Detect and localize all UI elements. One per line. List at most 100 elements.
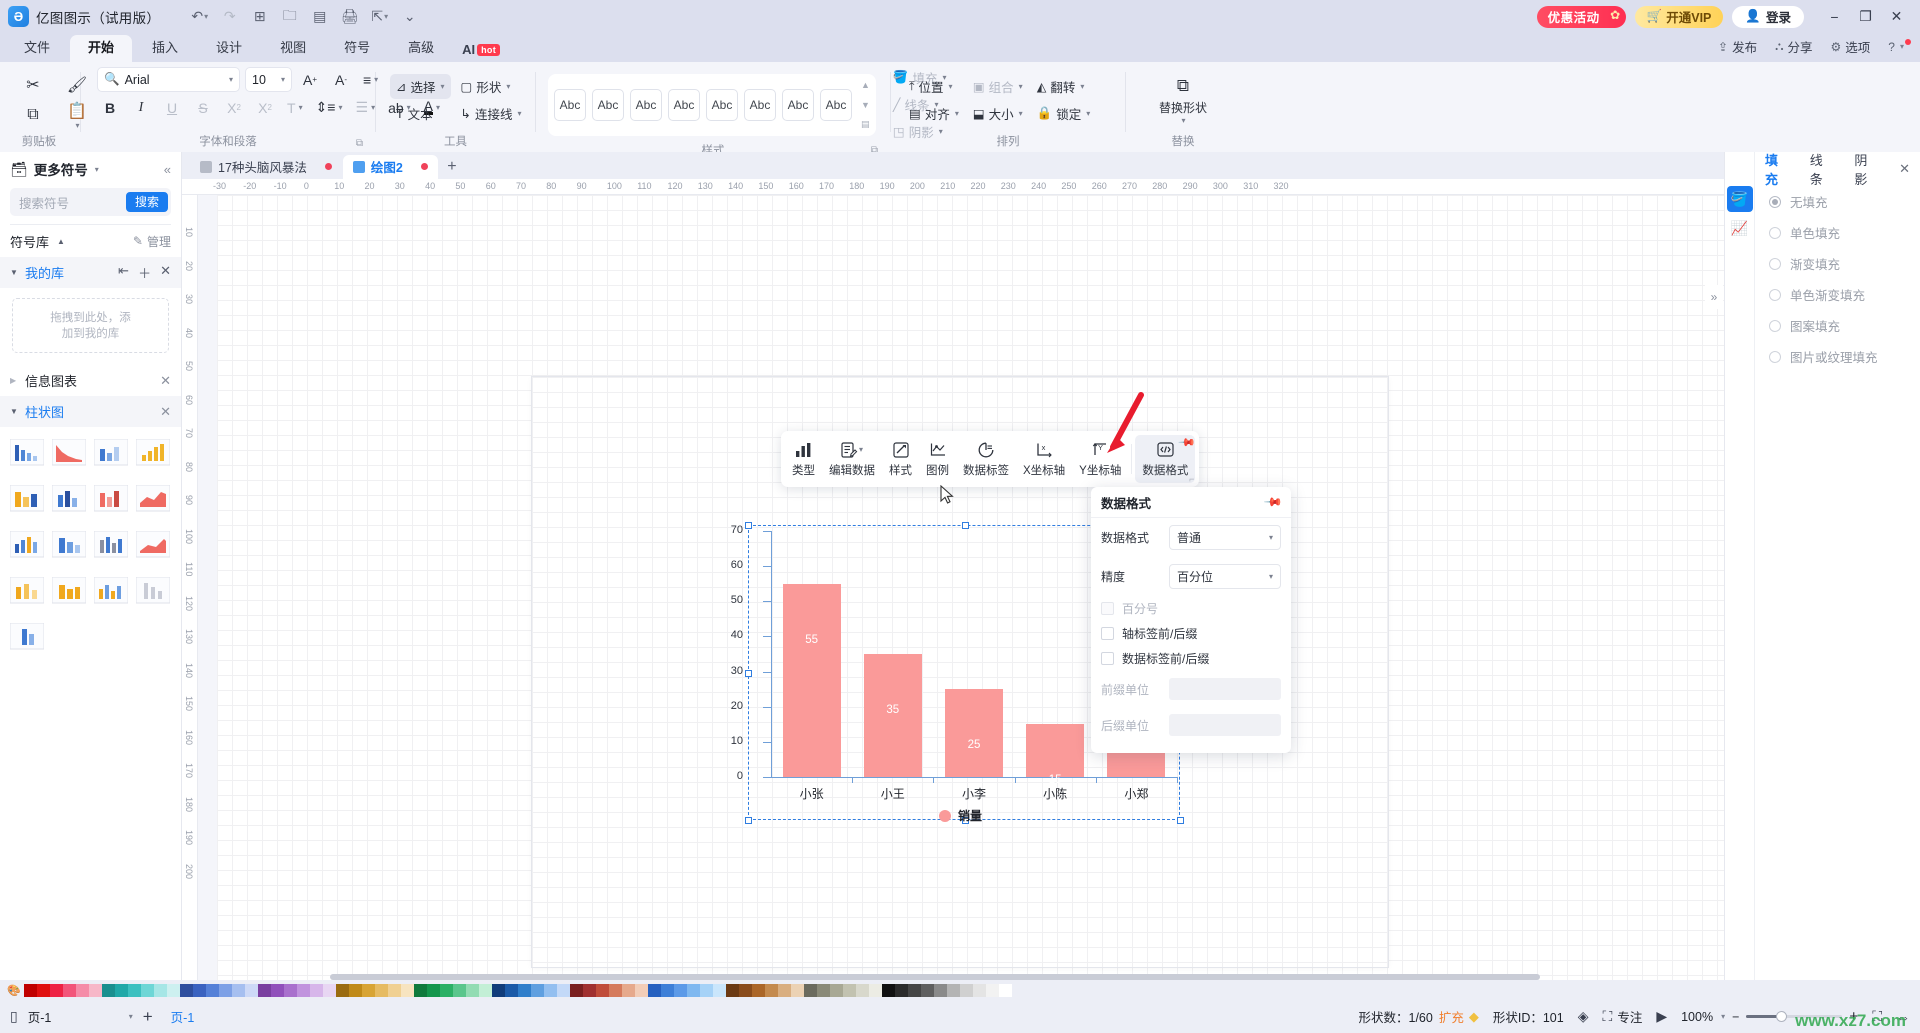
- publish-button[interactable]: ⇪ 发布: [1710, 34, 1765, 59]
- fill-option-solid[interactable]: 单色填充: [1755, 217, 1920, 248]
- bar[interactable]: [782, 583, 841, 777]
- color-swatch[interactable]: [284, 983, 297, 997]
- color-swatch[interactable]: [869, 983, 882, 997]
- color-swatch[interactable]: [947, 983, 960, 997]
- style-swatch[interactable]: Abc: [592, 89, 624, 121]
- symbol-thumbnail[interactable]: [90, 523, 132, 569]
- current-page-tab[interactable]: 页-1: [163, 1005, 203, 1028]
- symbol-thumbnail[interactable]: [132, 569, 174, 615]
- style-gallery[interactable]: Abc Abc Abc Abc Abc Abc Abc Abc ▲ ▼ ▤: [548, 74, 876, 136]
- color-swatch[interactable]: [713, 983, 726, 997]
- tab-insert[interactable]: 插入: [134, 35, 196, 62]
- text-tool-button[interactable]: T 文本: [390, 101, 451, 126]
- color-swatch[interactable]: [115, 983, 128, 997]
- color-swatch[interactable]: [856, 983, 869, 997]
- color-swatch[interactable]: [102, 983, 115, 997]
- style-swatch[interactable]: Abc: [706, 89, 738, 121]
- promo-button[interactable]: 优惠活动: [1536, 5, 1626, 28]
- subscript-icon[interactable]: X2: [252, 95, 278, 120]
- close-icon[interactable]: ✕: [1899, 161, 1910, 177]
- chart-toolbar-item-style[interactable]: 样式: [882, 435, 919, 483]
- pin-icon[interactable]: 📌: [1263, 492, 1283, 512]
- color-swatch[interactable]: [180, 983, 193, 997]
- color-swatch[interactable]: [362, 983, 375, 997]
- symbol-thumbnail[interactable]: [6, 615, 48, 661]
- tab-line[interactable]: 线条: [1810, 150, 1833, 188]
- tab-symbol[interactable]: 符号: [326, 35, 388, 62]
- vertical-ruler[interactable]: 10 20 30 40 50 60 70 80 90 100 110 120 130 140 150 160 1…: [182, 195, 198, 980]
- more-icon[interactable]: ⌄: [396, 5, 423, 29]
- close-icon[interactable]: ✕: [160, 404, 171, 419]
- color-swatch[interactable]: [154, 983, 167, 997]
- add-tab-button[interactable]: +: [439, 155, 465, 179]
- prefix-unit-input[interactable]: [1169, 678, 1281, 700]
- doc-tab-brainstorm[interactable]: 17种头脑风暴法: [190, 155, 342, 179]
- resize-grip-icon[interactable]: ⌐: [1189, 474, 1194, 484]
- size-button[interactable]: ⬓ 大小 ▾: [967, 101, 1029, 126]
- color-swatch[interactable]: [596, 983, 609, 997]
- radio-icon[interactable]: [1769, 195, 1781, 208]
- group-bar-chart[interactable]: ▼ 柱状图 ✕: [0, 396, 181, 427]
- tab-fill[interactable]: 填充: [1765, 150, 1788, 188]
- options-button[interactable]: ⚙ 选项: [1823, 34, 1879, 59]
- page-select[interactable]: 页-1 ▾: [28, 1007, 133, 1026]
- color-swatch[interactable]: [752, 983, 765, 997]
- underline-icon[interactable]: U: [159, 95, 185, 120]
- color-swatch[interactable]: [973, 983, 986, 997]
- color-swatch[interactable]: [24, 983, 37, 997]
- color-swatch[interactable]: [726, 983, 739, 997]
- fill-option-none[interactable]: 无填充: [1755, 186, 1920, 217]
- palette-picker-icon[interactable]: 🎨: [4, 984, 24, 997]
- fill-option-mono-gradient[interactable]: 单色渐变填充: [1755, 279, 1920, 310]
- replace-shape-button[interactable]: ⧉ 替换形状 ▾: [1141, 72, 1225, 128]
- zoom-in-button[interactable]: +: [1849, 1008, 1858, 1025]
- add-icon[interactable]: ＋: [138, 263, 151, 282]
- color-swatch[interactable]: [921, 983, 934, 997]
- position-button[interactable]: ⤒ 位置 ▾: [903, 74, 965, 99]
- color-swatch[interactable]: [232, 983, 245, 997]
- fit-width-icon[interactable]: ⇔: [1896, 1009, 1910, 1025]
- style-swatch[interactable]: Abc: [668, 89, 700, 121]
- chart-toolbar-item-x-axis[interactable]: x X坐标轴: [1016, 435, 1072, 483]
- color-swatch[interactable]: [778, 983, 791, 997]
- axis-affix-checkbox-row[interactable]: 轴标签前/后缀: [1091, 621, 1291, 646]
- radio-icon[interactable]: [1769, 257, 1781, 270]
- symbol-thumbnail[interactable]: [90, 569, 132, 615]
- color-swatch[interactable]: [648, 983, 661, 997]
- symbol-thumbnail[interactable]: [48, 523, 90, 569]
- data-format-select[interactable]: 普通 ▾: [1169, 525, 1281, 550]
- bullet-list-icon[interactable]: ☰ ▾: [352, 95, 380, 120]
- color-swatch[interactable]: [336, 983, 349, 997]
- symbol-thumbnail[interactable]: [48, 569, 90, 615]
- tab-view[interactable]: 视图: [262, 35, 324, 62]
- copy-button[interactable]: ⧉: [16, 101, 50, 129]
- add-page-button[interactable]: +: [143, 1007, 153, 1027]
- scroll-up-icon[interactable]: ▲: [861, 81, 870, 90]
- symbol-search-input[interactable]: 搜索符号 搜索: [10, 188, 171, 216]
- clear-format-icon[interactable]: T ▾: [283, 95, 307, 120]
- tab-home[interactable]: 开始: [70, 35, 133, 62]
- style-swatch[interactable]: Abc: [630, 89, 662, 121]
- zoom-out-button[interactable]: −: [1732, 1010, 1739, 1024]
- color-swatch[interactable]: [271, 983, 284, 997]
- my-library-group[interactable]: ▼ 我的库 ⇤ ＋ ✕: [0, 257, 181, 288]
- layers-icon[interactable]: ◈: [1578, 1008, 1589, 1025]
- color-swatch[interactable]: [401, 983, 414, 997]
- color-swatch[interactable]: [453, 983, 466, 997]
- percent-sign-checkbox-row[interactable]: 百分号: [1091, 596, 1291, 621]
- paint-bucket-icon[interactable]: 🪣: [1726, 186, 1753, 212]
- color-swatch[interactable]: [557, 983, 570, 997]
- color-swatch[interactable]: [661, 983, 674, 997]
- symbol-thumbnail[interactable]: [132, 523, 174, 569]
- dialog-launcher-icon[interactable]: ⧉: [356, 136, 363, 151]
- color-swatch[interactable]: [960, 983, 973, 997]
- tab-shadow[interactable]: 阴影: [1854, 150, 1877, 188]
- color-swatch[interactable]: [531, 983, 544, 997]
- color-swatch[interactable]: [375, 983, 388, 997]
- color-swatch[interactable]: [310, 983, 323, 997]
- expand-link[interactable]: 扩充: [1439, 1007, 1464, 1026]
- color-swatch[interactable]: [570, 983, 583, 997]
- bold-icon[interactable]: B: [97, 95, 123, 120]
- collapse-panel-icon[interactable]: «: [164, 162, 171, 177]
- fill-option-picture[interactable]: 图片或纹理填充: [1755, 341, 1920, 372]
